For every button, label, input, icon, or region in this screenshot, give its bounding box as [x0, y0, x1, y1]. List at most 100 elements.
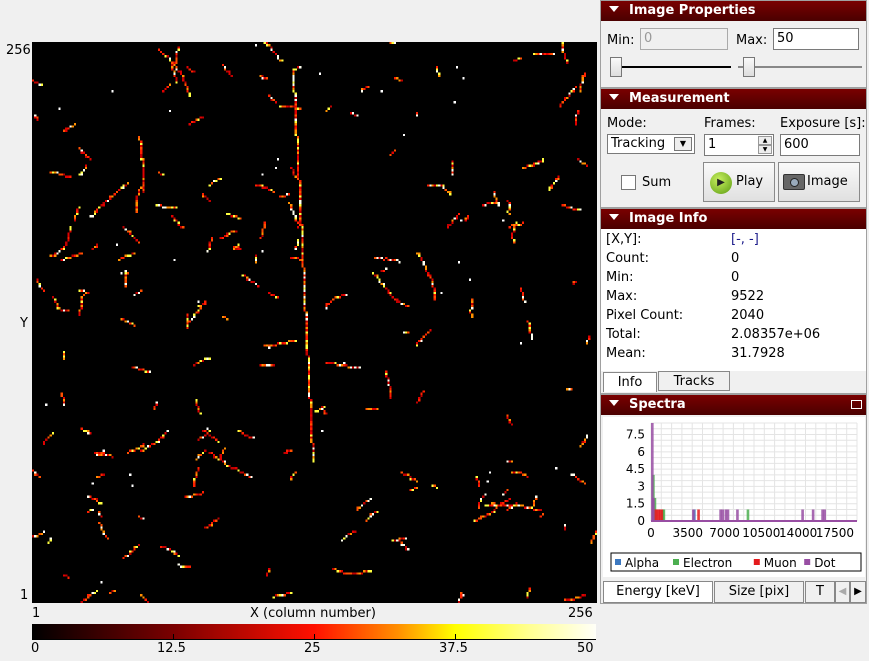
legend-swatch-alpha [615, 559, 621, 565]
maximize-icon[interactable] [851, 400, 862, 409]
bar-dot [801, 509, 804, 521]
x-tick-label: 10500 [742, 526, 780, 540]
panel-title: Image Info [629, 211, 708, 226]
panel-title: Spectra [629, 397, 686, 412]
info-label-count: Count: [606, 251, 649, 266]
collapse-triangle-icon [609, 94, 619, 100]
bar-dot [652, 497, 655, 521]
x-right-label: 256 [568, 606, 593, 621]
info-label-max: Max: [606, 289, 638, 304]
image-properties-panel: Image Properties Min: 0 Max: 50 [600, 0, 867, 88]
min-slider-thumb[interactable] [610, 57, 622, 77]
mode-label: Mode: [607, 116, 647, 131]
colorbar-tick-12.5: 12.5 [157, 641, 186, 656]
legend-label-muon: Muon [764, 556, 797, 570]
panel-title: Measurement [629, 91, 730, 106]
bar-electron [746, 509, 750, 521]
frames-label: Frames: [704, 116, 756, 131]
legend-swatch-muon [753, 559, 760, 565]
bar-dot [721, 509, 725, 521]
min-input[interactable]: 0 [640, 28, 728, 50]
bar-dot [736, 509, 739, 521]
collapse-triangle-icon [609, 400, 619, 406]
exposure-input[interactable]: 600 [780, 134, 860, 156]
bar-dot [726, 509, 730, 521]
info-label-xy: [X,Y]: [606, 232, 642, 247]
image-info-panel: Image Info [X,Y]: [-, -] Count: 0 Min: 0… [600, 208, 867, 394]
tab-info[interactable]: Info [603, 372, 657, 392]
x-tick-label: 14000 [779, 526, 817, 540]
stepper-down-icon[interactable]: ▼ [758, 145, 772, 154]
info-value-xy: [-, -] [731, 232, 759, 247]
colorbar-tick-0: 0 [31, 641, 40, 656]
spectra-header[interactable]: Spectra [601, 395, 866, 415]
colorbar-tick-25: 25 [304, 641, 321, 656]
bar-dot [691, 509, 695, 521]
frames-value: 1 [708, 137, 717, 152]
spectra-chart-area: 0 1.5 3 4.5 6 7.5 0 3500 7000 10500 14000 17500 Alph… [603, 417, 865, 577]
spectra-panel: Spectra 0 1.5 3 4.5 6 7.5 0 3500 7000 10500 14000 1… [600, 394, 867, 604]
scroll-right-icon[interactable]: ▶ [850, 581, 866, 603]
image-properties-header[interactable]: Image Properties [601, 1, 866, 21]
tab-size[interactable]: Size [pix] [714, 581, 804, 603]
play-button[interactable]: ▶ Play [703, 162, 775, 202]
info-value-mean: 31.7928 [731, 346, 785, 361]
y-tick-label: 6 [637, 445, 645, 459]
spectra-chart: 0 1.5 3 4.5 6 7.5 0 3500 7000 105001400017500 Alph… [610, 422, 862, 572]
y-tick-label: 0 [637, 514, 645, 528]
x-left-label: 1 [32, 606, 41, 621]
y-tick-label: 7.5 [626, 428, 645, 442]
info-value-max: 9522 [731, 289, 765, 304]
tab-tracks[interactable]: Tracks [658, 371, 730, 391]
colorbar-tick-50: 50 [577, 641, 594, 656]
max-slider-track[interactable] [738, 66, 862, 68]
capture-image-button[interactable]: Image [778, 162, 860, 202]
info-value-total: 2.08357e+06 [731, 327, 821, 342]
image-label: Image [807, 174, 848, 189]
scroll-left-icon[interactable]: ◀ [835, 581, 850, 603]
info-label-mean: Mean: [606, 346, 646, 361]
sum-checkbox[interactable] [621, 175, 636, 190]
play-label: Play [736, 174, 764, 189]
measurement-header[interactable]: Measurement [601, 89, 866, 109]
tab-t[interactable]: T [805, 581, 835, 603]
info-label-pixel-count: Pixel Count: [606, 308, 684, 323]
max-slider-thumb[interactable] [743, 57, 755, 77]
min-slider-track[interactable] [611, 66, 731, 68]
measurement-panel: Measurement Mode: Tracking ▼ Frames: 1 ▲ … [600, 88, 867, 208]
colorbar [32, 624, 596, 640]
image-info-header[interactable]: Image Info [601, 209, 866, 229]
x-tick-label: 3500 [673, 526, 704, 540]
sum-label: Sum [642, 175, 672, 190]
particle-image-canvas[interactable] [32, 42, 597, 603]
dropdown-arrow-icon[interactable]: ▼ [674, 137, 692, 151]
frames-stepper[interactable]: 1 ▲ ▼ [704, 134, 774, 156]
x-axis-label: X (column number) [250, 606, 376, 621]
min-label: Min: [607, 33, 635, 48]
y-tick-label: 1.5 [626, 497, 645, 511]
info-table: [X,Y]: [-, -] Count: 0 Min: 0 Max: 9522 … [601, 229, 866, 371]
legend-swatch-electron [673, 559, 679, 565]
mode-value: Tracking [611, 136, 666, 151]
y-tick-label: 4.5 [626, 462, 645, 476]
bar-muon [660, 509, 664, 521]
x-tick-label: 17500 [816, 526, 854, 540]
exposure-label: Exposure [s]: [780, 116, 866, 131]
max-input[interactable]: 50 [773, 28, 859, 50]
bar-dot [823, 509, 826, 521]
tab-energy[interactable]: Energy [keV] [603, 581, 713, 603]
x-tick-label: 7000 [709, 526, 740, 540]
y-tick-label: 3 [637, 479, 645, 493]
mode-select[interactable]: Tracking ▼ [607, 134, 695, 154]
play-icon: ▶ [710, 172, 732, 194]
colorbar-tick-37.5: 37.5 [439, 641, 468, 656]
collapse-triangle-icon [609, 6, 619, 12]
legend-label-alpha: Alpha [625, 556, 659, 570]
info-value-min: 0 [731, 270, 740, 285]
stepper-up-icon[interactable]: ▲ [758, 136, 772, 145]
legend-label-dot: Dot [814, 556, 836, 570]
collapse-triangle-icon [609, 214, 619, 220]
y-top-label: 256 [6, 43, 31, 58]
info-label-total: Total: [606, 327, 641, 342]
bar-muon [697, 509, 700, 521]
